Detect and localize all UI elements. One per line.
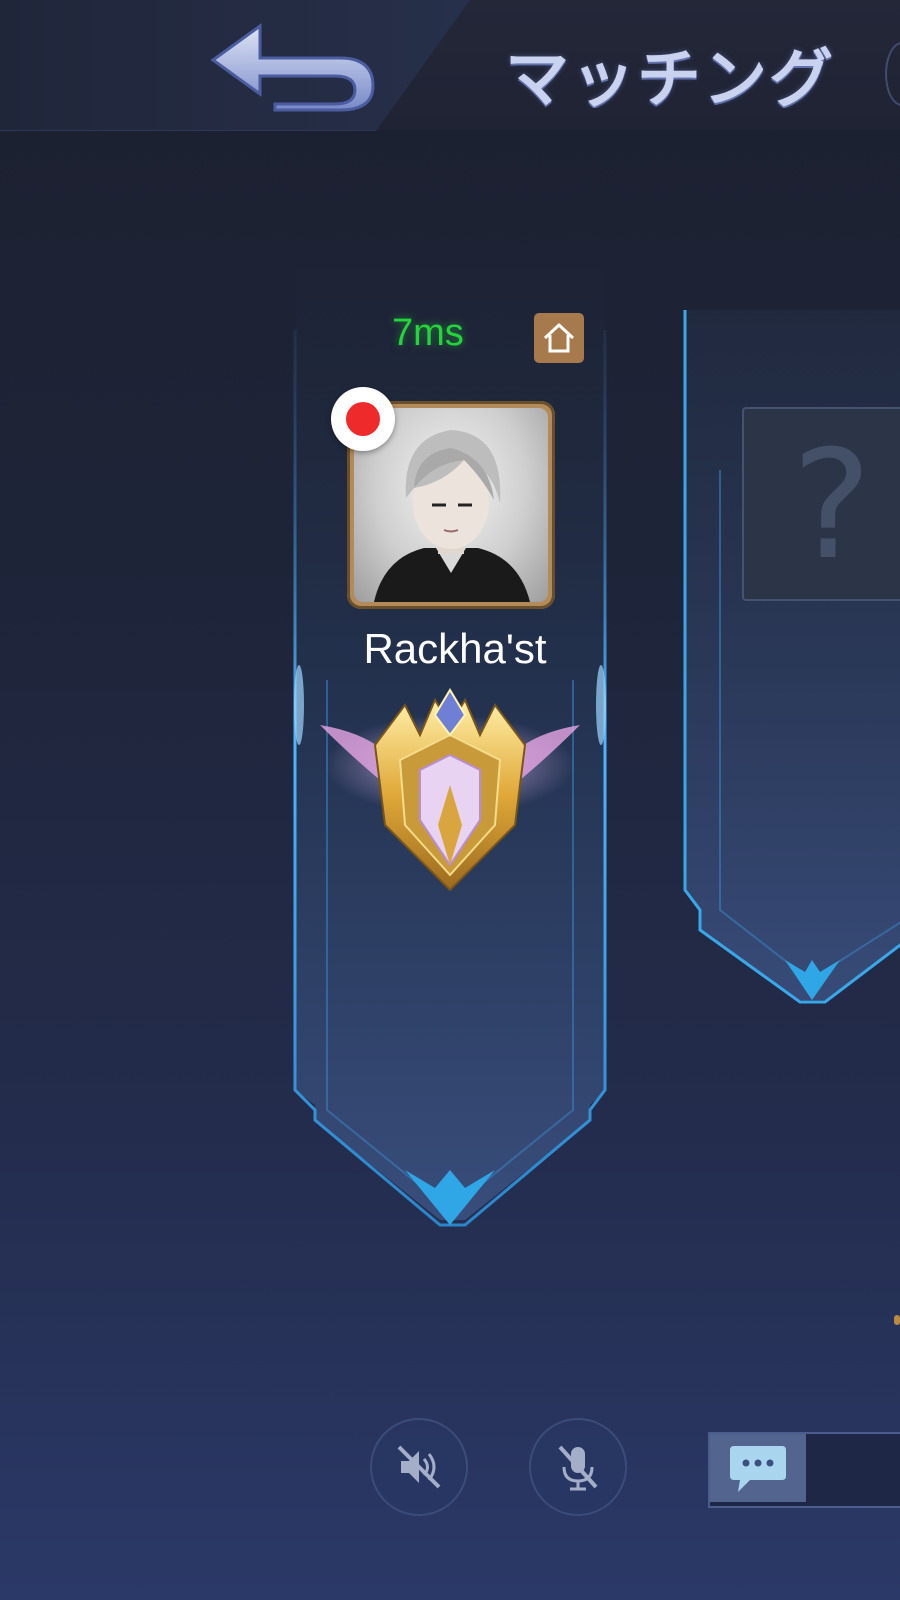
chat-bubble-icon bbox=[730, 1446, 786, 1492]
header-bar: マッチング bbox=[0, 0, 900, 131]
speaker-toggle-button[interactable] bbox=[370, 1418, 468, 1516]
record-dot-icon bbox=[331, 387, 395, 451]
speaker-muted-icon bbox=[397, 1445, 441, 1489]
microphone-muted-icon bbox=[558, 1445, 598, 1491]
player-name: Rackha'st bbox=[363, 625, 547, 672]
back-arrow-icon bbox=[210, 23, 375, 112]
home-icon bbox=[543, 323, 575, 353]
edge-indicator bbox=[894, 1315, 900, 1325]
page-title: マッチング bbox=[505, 42, 835, 108]
question-mark-icon: ? bbox=[792, 419, 872, 593]
mythic-rank-emblem-icon bbox=[320, 675, 580, 895]
unknown-player-avatar: ? bbox=[742, 407, 900, 601]
home-button[interactable] bbox=[534, 313, 584, 363]
back-button[interactable] bbox=[205, 18, 380, 113]
microphone-toggle-button[interactable] bbox=[529, 1418, 627, 1516]
chat-button[interactable] bbox=[710, 1434, 806, 1502]
ping-label: 7ms bbox=[392, 312, 464, 354]
